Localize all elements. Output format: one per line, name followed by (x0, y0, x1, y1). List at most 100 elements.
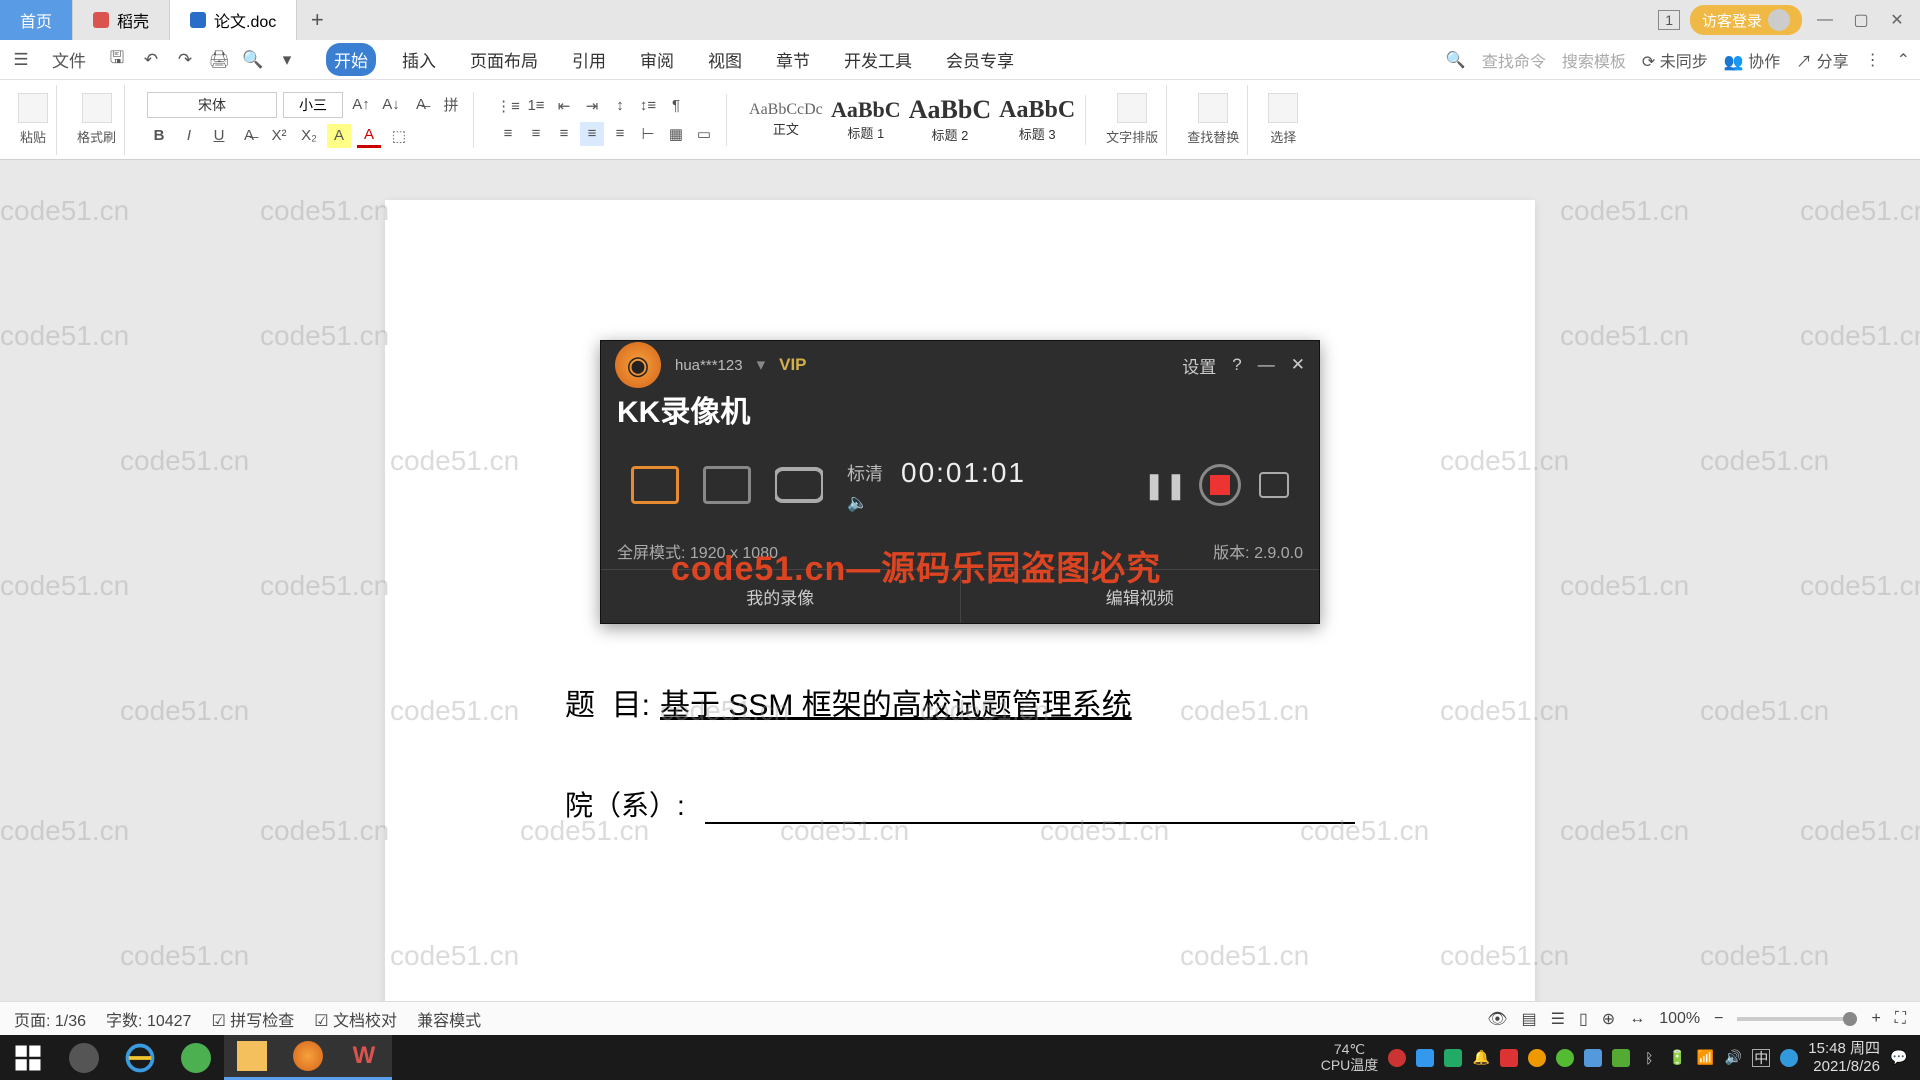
redo-icon[interactable]: ↷ (174, 49, 196, 71)
align-justify-icon[interactable]: ≡ (580, 122, 604, 146)
fullscreen-mode-button[interactable] (631, 466, 679, 504)
menu-chapter[interactable]: 章节 (768, 43, 818, 76)
bullet-list-icon[interactable]: ⋮≡ (496, 94, 520, 118)
collab-button[interactable]: 👥 协作 (1724, 48, 1780, 72)
game-mode-button[interactable] (775, 466, 823, 504)
format-painter-group[interactable]: 格式刷 (69, 85, 125, 155)
window-indicator[interactable]: 1 (1658, 10, 1680, 30)
menu-member[interactable]: 会员专享 (938, 43, 1022, 76)
zoom-knob[interactable] (1843, 1012, 1857, 1026)
close-button[interactable]: ✕ (1884, 7, 1910, 33)
fullscreen-icon[interactable]: ⛶ (1895, 1010, 1906, 1028)
tray-icon-9[interactable] (1780, 1049, 1798, 1067)
recorder-close-icon[interactable]: ✕ (1291, 355, 1305, 375)
zoom-value[interactable]: 100% (1659, 1010, 1700, 1028)
tray-icon-3[interactable] (1444, 1049, 1462, 1067)
menu-layout[interactable]: 页面布局 (462, 43, 546, 76)
undo-icon[interactable]: ↶ (140, 49, 162, 71)
tab-icon[interactable]: ⊢ (636, 122, 660, 146)
view-web-icon[interactable]: ⊕ (1602, 1009, 1615, 1029)
tray-icon-6[interactable] (1556, 1049, 1574, 1067)
taskbar-explorer[interactable] (224, 1035, 280, 1080)
menu-file[interactable]: 文件 (44, 43, 94, 76)
text-layout-group[interactable]: 文字排版 (1098, 85, 1167, 155)
font-color-button[interactable]: A (357, 124, 381, 148)
tray-volume-icon[interactable]: 🔊 (1724, 1049, 1742, 1067)
taskbar-wps[interactable]: W (336, 1035, 392, 1080)
login-button[interactable]: 访客登录 (1690, 5, 1802, 35)
show-marks-icon[interactable]: ¶ (664, 94, 688, 118)
menu-devtools[interactable]: 开发工具 (836, 43, 920, 76)
recorder-settings-button[interactable]: 设置 (1182, 353, 1216, 378)
tray-icon-2[interactable] (1416, 1049, 1434, 1067)
view-read-icon[interactable]: ▯ (1579, 1009, 1588, 1029)
style-heading1[interactable]: AaBbC标题 1 (831, 95, 901, 145)
zoom-out-button[interactable]: − (1714, 1010, 1723, 1028)
tray-icon-5[interactable] (1528, 1049, 1546, 1067)
search-template-input[interactable]: 搜索模板 (1562, 48, 1626, 72)
dropdown-icon[interactable]: ▾ (276, 49, 298, 71)
search-command-input[interactable]: 查找命令 (1482, 48, 1546, 72)
zoom-in-button[interactable]: + (1871, 1010, 1880, 1028)
clear-format-icon[interactable]: A̶ (409, 93, 433, 117)
strikethrough-button[interactable]: A̶ (237, 124, 261, 148)
font-name-selector[interactable]: 宋体 (147, 92, 277, 118)
subscript-button[interactable]: X₂ (297, 124, 321, 148)
save-icon[interactable]: 🖫 (106, 49, 128, 71)
menu-insert[interactable]: 插入 (394, 43, 444, 76)
char-border-button[interactable]: ⬚ (387, 124, 411, 148)
collapse-ribbon-icon[interactable]: ⌃ (1897, 50, 1910, 70)
tab-document[interactable]: 论文.doc (170, 0, 297, 40)
recorder-username[interactable]: hua***123 (675, 357, 743, 374)
recorder-minimize-icon[interactable]: — (1258, 355, 1275, 375)
eye-icon[interactable]: 👁 (1487, 1009, 1507, 1029)
style-normal[interactable]: AaBbCcDc正文 (749, 95, 823, 145)
tray-wifi-icon[interactable]: 📶 (1696, 1049, 1714, 1067)
user-dropdown-icon[interactable]: ▾ (757, 355, 766, 375)
align-right-icon[interactable]: ≡ (552, 122, 576, 146)
hamburger-icon[interactable]: ☰ (10, 49, 32, 71)
line-spacing-icon[interactable]: ↕≡ (636, 94, 660, 118)
tab-home[interactable]: 首页 (0, 0, 73, 40)
tray-icon-1[interactable] (1388, 1049, 1406, 1067)
screen-recorder-window[interactable]: ◉ hua***123 ▾ VIP 设置 ? — ✕ KK录像机 标清 00:0… (600, 340, 1320, 624)
tab-daoke[interactable]: 稻壳 (73, 0, 170, 40)
sync-status[interactable]: ⟳ 未同步 (1642, 48, 1708, 72)
paste-group[interactable]: 粘贴 (10, 85, 57, 155)
print-icon[interactable]: 🖨 (208, 49, 230, 71)
tray-clock[interactable]: 15:48 周四 2021/8/26 (1808, 1040, 1880, 1076)
minimize-button[interactable]: — (1812, 7, 1838, 33)
tray-action-center-icon[interactable]: 💬 (1890, 1049, 1908, 1067)
menu-reference[interactable]: 引用 (564, 43, 614, 76)
maximize-button[interactable]: ▢ (1848, 7, 1874, 33)
status-compat-mode[interactable]: 兼容模式 (417, 1007, 481, 1031)
taskbar-recorder[interactable] (280, 1035, 336, 1080)
indent-increase-icon[interactable]: ⇥ (580, 94, 604, 118)
tray-icon-8[interactable] (1612, 1049, 1630, 1067)
view-page-icon[interactable]: ▤ (1522, 1009, 1537, 1029)
share-button[interactable]: ↗ 分享 (1796, 48, 1848, 72)
ime-indicator[interactable]: 中 (1752, 1049, 1770, 1067)
style-heading3[interactable]: AaBbC标题 3 (999, 95, 1075, 145)
taskbar-browser[interactable] (168, 1035, 224, 1080)
tray-icon-7[interactable] (1584, 1049, 1602, 1067)
sort-icon[interactable]: ↕ (608, 94, 632, 118)
tray-battery-icon[interactable]: 🔋 (1668, 1049, 1686, 1067)
tray-icon-4[interactable] (1500, 1049, 1518, 1067)
underline-button[interactable]: U (207, 124, 231, 148)
tray-bluetooth-icon[interactable]: ᛒ (1640, 1049, 1658, 1067)
recorder-quality[interactable]: 标清 (847, 460, 883, 486)
shading-icon[interactable]: ▦ (664, 122, 688, 146)
taskbar-app-1[interactable] (56, 1035, 112, 1080)
indent-decrease-icon[interactable]: ⇤ (552, 94, 576, 118)
view-outline-icon[interactable]: ☰ (1551, 1009, 1565, 1029)
recorder-help-icon[interactable]: ? (1232, 355, 1241, 375)
cpu-temp-widget[interactable]: 74℃ CPU温度 (1321, 1042, 1379, 1073)
numbered-list-icon[interactable]: 1≡ (524, 94, 548, 118)
fit-width-icon[interactable]: ↔ (1629, 1010, 1645, 1028)
stop-button[interactable] (1199, 464, 1241, 506)
new-tab-button[interactable]: + (297, 7, 337, 33)
zoom-slider[interactable] (1737, 1017, 1857, 1021)
font-size-selector[interactable]: 小三 (283, 92, 343, 118)
align-center-icon[interactable]: ≡ (524, 122, 548, 146)
